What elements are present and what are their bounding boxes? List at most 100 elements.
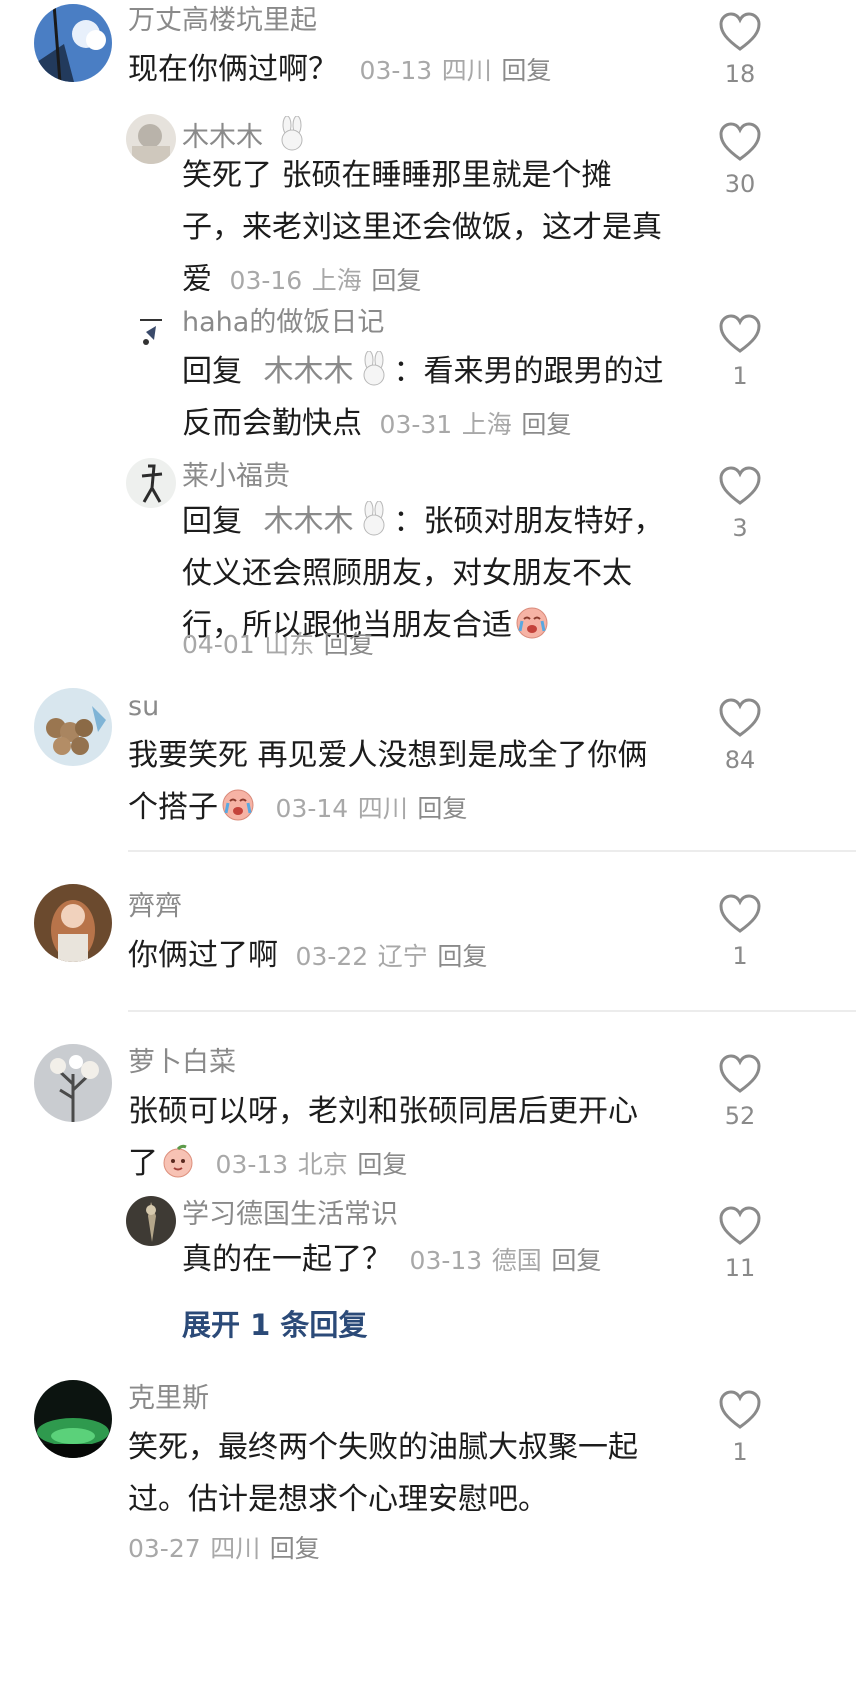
comment-location: 四川 <box>210 1534 261 1563</box>
like-count: 52 <box>724 1102 756 1130</box>
like-button[interactable]: 84 <box>710 698 770 774</box>
comment-meta-row: 03-27 四川 回复 <box>128 1528 320 1569</box>
divider <box>128 850 856 852</box>
comment-content: 你俩过了啊 <box>128 938 278 973</box>
comment-username[interactable]: haha的做饭日记 <box>182 306 384 340</box>
comment-username[interactable]: 学习德国生活常识 <box>182 1198 398 1232</box>
like-button[interactable]: 1 <box>710 1390 770 1466</box>
comment-location: 辽宁 <box>377 942 428 971</box>
avatar[interactable] <box>34 884 112 962</box>
reply-button[interactable]: 回复 <box>521 410 571 439</box>
comment-username[interactable]: 克里斯 <box>128 1382 209 1416</box>
heart-icon <box>719 122 761 161</box>
avatar[interactable] <box>126 1196 176 1246</box>
avatar[interactable] <box>126 458 176 508</box>
like-count: 84 <box>724 746 756 774</box>
rabbit-icon <box>356 500 392 537</box>
mention-link[interactable]: 木木木 <box>264 354 354 389</box>
avatar[interactable] <box>34 4 112 82</box>
heart-icon <box>719 698 761 737</box>
comment-text: 现在你俩过啊？ 03-13 四川 回复 <box>128 44 551 97</box>
divider <box>128 1010 856 1012</box>
avatar[interactable] <box>34 688 112 766</box>
comment-date: 03-13 <box>409 1246 483 1275</box>
comment-text: 回复 木木木 ：看来男的跟男的过 反而会勤快点 03-31 上海 回复 <box>182 346 702 451</box>
expand-replies-button[interactable]: 展开 1 条回复 <box>182 1302 367 1344</box>
avatar[interactable] <box>126 304 176 354</box>
comment-line: 过。估计是想求个心理安慰吧。 <box>128 1482 548 1517</box>
like-count: 30 <box>724 170 756 198</box>
comment-content: 现在你俩过啊？ <box>128 52 338 87</box>
comment-content: 真的在一起了？ <box>182 1242 392 1277</box>
avatar[interactable] <box>34 1044 112 1122</box>
comment-username[interactable]: su <box>128 690 159 724</box>
rabbit-icon <box>274 115 310 152</box>
comment-line: 我要笑死 再见爱人没想到是成全了你俩 <box>128 738 648 773</box>
comment-location: 北京 <box>297 1150 348 1179</box>
heart-icon <box>719 12 761 51</box>
reply-button[interactable]: 回复 <box>437 942 487 971</box>
comment-line: 张硕可以呀，老刘和张硕同居后更开心 <box>128 1094 638 1129</box>
comment-line-text: 了 <box>128 1146 158 1181</box>
reply-button[interactable]: 回复 <box>371 266 421 295</box>
comment-line: 仗义还会照顾朋友，对女朋友不太 <box>182 556 632 591</box>
comment-line: 笑死，最终两个失败的油腻大叔聚一起 <box>128 1430 638 1465</box>
avatar[interactable] <box>126 114 176 164</box>
comment-date: 03-13 <box>215 1150 289 1179</box>
comment-username[interactable]: 莱小福贵 <box>182 460 290 494</box>
reply-prefix: 回复 <box>182 354 242 389</box>
comment-text: 你俩过了啊 03-22 辽宁 回复 <box>128 930 487 983</box>
like-count: 1 <box>732 1438 748 1466</box>
reply-button[interactable]: 回复 <box>270 1534 320 1563</box>
comment-line-last: 爱 03-16 上海 回复 <box>182 254 702 307</box>
comment-line: 回复 木木木 ：张硕对朋友特好， <box>182 496 702 548</box>
like-button[interactable]: 1 <box>710 314 770 390</box>
like-button[interactable]: 30 <box>710 122 770 198</box>
comment-line-last: 了 03-13 北京 回复 <box>128 1138 688 1191</box>
heart-icon <box>719 466 761 505</box>
peach-face-icon <box>160 1143 196 1179</box>
like-count: 3 <box>732 514 748 542</box>
like-button[interactable]: 11 <box>710 1206 770 1282</box>
reply-button[interactable]: 回复 <box>551 1246 601 1275</box>
comment-line: 笑死了 张硕在睡睡那里就是个摊 <box>182 158 612 193</box>
comment-date: 03-16 <box>229 266 303 295</box>
comment-meta-row: 04-01 山东 回复 <box>182 624 374 665</box>
comment-line-text: 反而会勤快点 <box>182 406 362 441</box>
comment-location: 四川 <box>357 794 408 823</box>
comment-line-last: 个搭子 03-14 四川 回复 <box>128 782 688 835</box>
comment-line: 子，来老刘这里还会做饭，这才是真 <box>182 210 662 245</box>
heart-icon <box>719 1390 761 1429</box>
username-text: 木木木 <box>182 122 263 153</box>
reply-button[interactable]: 回复 <box>501 56 551 85</box>
reply-button[interactable]: 回复 <box>417 794 467 823</box>
comment-text: 真的在一起了？ 03-13 德国 回复 <box>182 1234 601 1287</box>
comment-text: 我要笑死 再见爱人没想到是成全了你俩 个搭子 03-14 四川 回复 <box>128 730 688 835</box>
comment-date: 03-27 <box>128 1534 201 1563</box>
comment-text: 笑死，最终两个失败的油腻大叔聚一起 过。估计是想求个心理安慰吧。 <box>128 1422 688 1526</box>
comment-username[interactable]: 萝卜白菜 <box>128 1046 236 1080</box>
comment-username[interactable]: 齊齊 <box>128 890 182 924</box>
like-button[interactable]: 18 <box>710 12 770 88</box>
like-button[interactable]: 1 <box>710 894 770 970</box>
like-count: 18 <box>724 60 756 88</box>
comment-line-last: 反而会勤快点 03-31 上海 回复 <box>182 398 702 451</box>
comment-location: 德国 <box>491 1246 542 1275</box>
heart-icon <box>719 314 761 353</box>
comment-date: 04-01 <box>182 630 255 659</box>
comment-date: 03-13 <box>359 56 433 85</box>
comment-date: 03-22 <box>295 942 369 971</box>
comment-line-text: 爱 <box>182 262 212 297</box>
comment-line-text: 个搭子 <box>128 790 218 825</box>
like-button[interactable]: 52 <box>710 1054 770 1130</box>
comment-location: 上海 <box>461 410 512 439</box>
like-count: 1 <box>732 942 748 970</box>
heart-icon <box>719 1054 761 1093</box>
reply-button[interactable]: 回复 <box>357 1150 407 1179</box>
like-button[interactable]: 3 <box>710 466 770 542</box>
avatar[interactable] <box>34 1380 112 1458</box>
reply-prefix: 回复 <box>182 504 242 539</box>
reply-button[interactable]: 回复 <box>324 630 374 659</box>
mention-link[interactable]: 木木木 <box>264 504 354 539</box>
comment-username[interactable]: 万丈高楼坑里起 <box>128 4 317 38</box>
